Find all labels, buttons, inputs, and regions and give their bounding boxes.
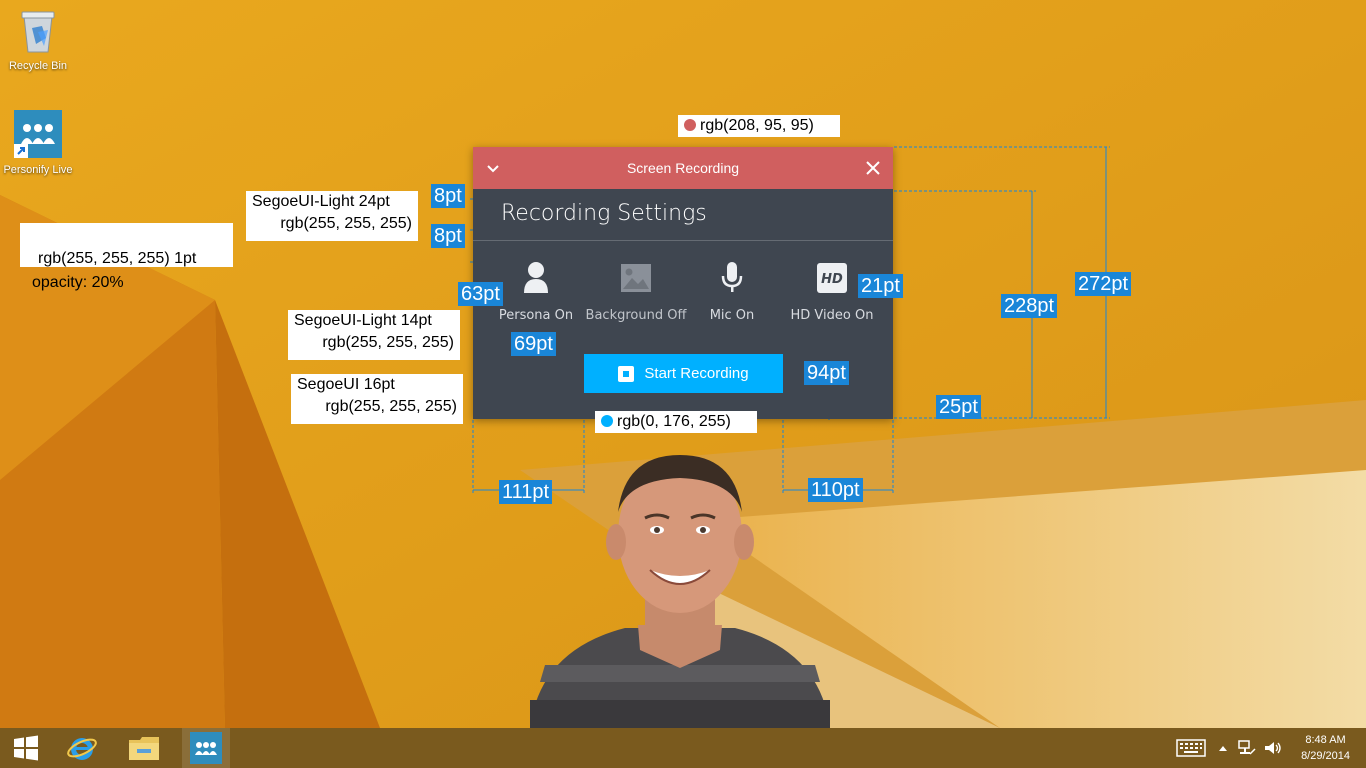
record-icon bbox=[618, 365, 635, 382]
measure-label: 94pt bbox=[804, 361, 849, 385]
start-icon bbox=[14, 735, 38, 761]
desktop-icon-recycle-bin[interactable]: Recycle Bin bbox=[0, 8, 76, 73]
personify-app-icon bbox=[190, 732, 222, 764]
start-button[interactable] bbox=[2, 728, 50, 768]
measure-label: 21pt bbox=[858, 274, 903, 298]
microphone-icon bbox=[677, 257, 787, 293]
red-swatch-dot bbox=[684, 119, 696, 131]
taskbar-internet-explorer[interactable] bbox=[58, 728, 106, 768]
taskbar-file-explorer[interactable] bbox=[120, 728, 168, 768]
window-title: Screen Recording bbox=[626, 160, 740, 176]
desktop: Recycle Bin Personify Live Screen Record… bbox=[0, 0, 1366, 728]
toggle-background-label: Background Off bbox=[585, 308, 687, 323]
persona-presenter-image bbox=[530, 455, 830, 728]
file-explorer-icon bbox=[129, 737, 159, 760]
personify-live-icon bbox=[0, 110, 76, 162]
taskbar: 8:48 AM 8/29/2014 bbox=[0, 728, 1366, 768]
panel-titlebar: Screen Recording bbox=[473, 147, 893, 189]
blue-swatch-dot bbox=[601, 415, 613, 427]
close-icon bbox=[866, 161, 880, 175]
measure-label: 110pt bbox=[808, 478, 863, 502]
note-divider-opacity: opacity: 20% bbox=[32, 274, 124, 291]
divider bbox=[473, 240, 893, 241]
background-image-icon bbox=[581, 257, 691, 293]
taskbar-personify[interactable] bbox=[182, 728, 230, 768]
desktop-icon-personify-live[interactable]: Personify Live bbox=[0, 110, 76, 177]
start-recording-button[interactable]: Start Recording bbox=[584, 354, 783, 393]
measure-label: 8pt bbox=[431, 184, 465, 208]
show-hidden-icons-button[interactable] bbox=[1214, 728, 1232, 768]
toggle-mic[interactable]: Mic On bbox=[677, 257, 787, 323]
measure-label: 63pt bbox=[458, 282, 503, 306]
touch-keyboard-button[interactable] bbox=[1174, 728, 1208, 768]
clock-date: 8/29/2014 bbox=[1301, 750, 1350, 762]
network-icon bbox=[1238, 740, 1256, 755]
hd-badge-text: HD bbox=[821, 272, 843, 287]
measure-label: 25pt bbox=[936, 395, 981, 419]
volume-button[interactable] bbox=[1262, 728, 1284, 768]
keyboard-icon bbox=[1176, 739, 1206, 757]
measure-label: 228pt bbox=[1001, 294, 1058, 318]
measure-label: 111pt bbox=[499, 480, 553, 504]
measure-label: 69pt bbox=[511, 332, 556, 356]
clock[interactable]: 8:48 AM 8/29/2014 bbox=[1301, 732, 1350, 764]
note-titlebar-color: rgb(208, 95, 95) bbox=[678, 115, 840, 137]
note-divider-style: rgb(255, 255, 255) 1pt bbox=[20, 223, 233, 267]
network-button[interactable] bbox=[1236, 728, 1258, 768]
toggle-background[interactable]: Background Off bbox=[581, 257, 691, 323]
note-button-color: rgb(0, 176, 255) bbox=[595, 411, 757, 433]
start-recording-label: Start Recording bbox=[644, 365, 749, 382]
toggle-persona-label: Persona On bbox=[498, 308, 574, 323]
recycle-bin-label: Recycle Bin bbox=[8, 60, 68, 72]
recycle-bin-icon bbox=[0, 8, 76, 58]
measure-label: 272pt bbox=[1075, 272, 1132, 296]
settings-title: Recording Settings bbox=[501, 201, 707, 226]
toggle-hd-video-label: HD Video On bbox=[790, 308, 874, 323]
measure-label: 8pt bbox=[431, 224, 465, 248]
personify-live-label: Personify Live bbox=[3, 164, 73, 176]
close-button[interactable] bbox=[861, 156, 885, 180]
internet-explorer-icon bbox=[67, 738, 97, 760]
chevron-up-icon bbox=[1219, 746, 1227, 751]
speaker-icon bbox=[1265, 742, 1281, 754]
note-toggle-font: SegoeUI-Light 14pt rgb(255, 255, 255) bbox=[288, 310, 460, 360]
note-button-font: SegoeUI 16pt rgb(255, 255, 255) bbox=[291, 374, 463, 424]
toggle-mic-label: Mic On bbox=[709, 308, 755, 323]
clock-time: 8:48 AM bbox=[1305, 734, 1346, 746]
note-title-font: SegoeUI-Light 24pt rgb(255, 255, 255) bbox=[246, 191, 418, 241]
